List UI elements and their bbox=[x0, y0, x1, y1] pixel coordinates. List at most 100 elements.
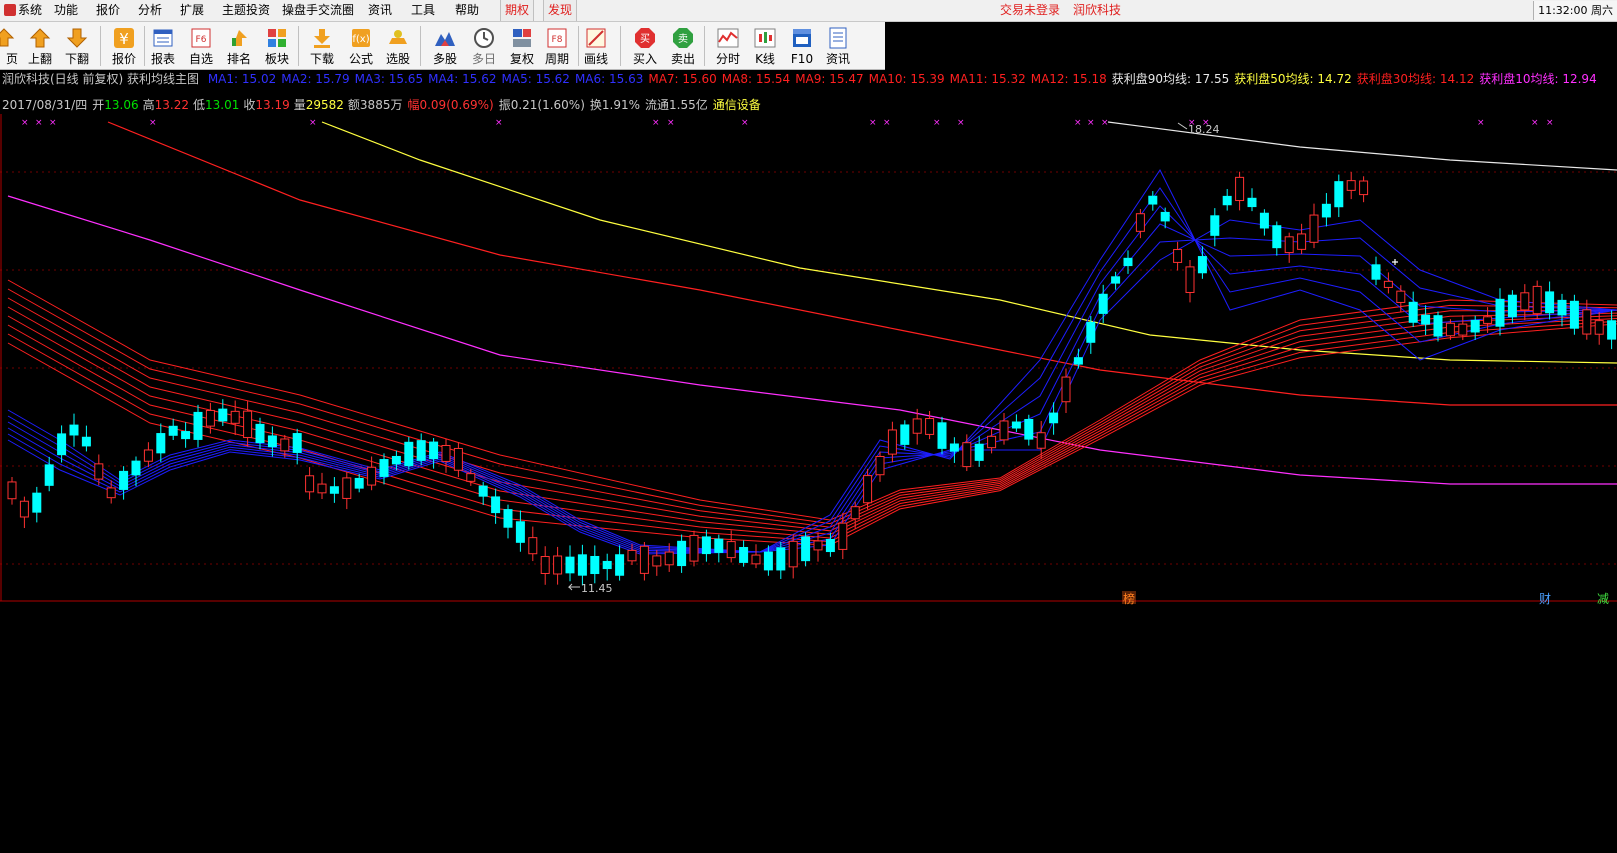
candle-body bbox=[1036, 432, 1046, 449]
candle-body bbox=[763, 551, 773, 571]
chart-marks: × × × × × × × × × × × × × × × × × × × × × bbox=[21, 118, 1554, 128]
candle-body bbox=[900, 424, 910, 445]
draw-line-button[interactable]: 画线 bbox=[576, 24, 616, 68]
candle-body bbox=[627, 549, 637, 562]
candle-body bbox=[94, 463, 104, 480]
report-icon bbox=[153, 29, 173, 47]
candle-body bbox=[1495, 298, 1505, 327]
menu-analysis[interactable]: 分析 bbox=[134, 0, 166, 21]
f10-button[interactable]: F10 bbox=[782, 24, 822, 68]
sector-button[interactable]: 板块 bbox=[257, 24, 297, 68]
ma-legend-item: 获利盘30均线: 14.12 bbox=[1356, 72, 1475, 86]
candle-body bbox=[453, 447, 463, 471]
candle-body bbox=[553, 555, 563, 575]
candle-body bbox=[305, 475, 315, 493]
candle-body bbox=[1197, 256, 1207, 274]
candle-body bbox=[1582, 309, 1592, 335]
multi-stock-button[interactable]: 多股 bbox=[425, 24, 465, 68]
news-icon bbox=[829, 27, 847, 49]
event-x-mark: × bbox=[21, 118, 29, 128]
tab-options[interactable]: 期权 bbox=[500, 0, 535, 21]
candle-body bbox=[1049, 412, 1059, 424]
ma-legend-item: MA2: 15.79 bbox=[281, 72, 350, 86]
candle-body bbox=[503, 509, 513, 528]
menu-help[interactable]: 帮助 bbox=[451, 0, 483, 21]
event-cai-label[interactable]: 财 bbox=[1539, 592, 1551, 606]
event-jian-label[interactable]: 减 bbox=[1597, 592, 1609, 606]
candle-body bbox=[367, 466, 377, 486]
candle-body bbox=[863, 475, 873, 504]
page-down-button[interactable]: 下翻 bbox=[57, 24, 97, 68]
candle-body bbox=[1073, 357, 1083, 365]
formula-button[interactable]: f(x) 公式 bbox=[341, 24, 381, 68]
candle-body bbox=[850, 506, 860, 520]
news-button[interactable]: 资讯 bbox=[818, 24, 858, 68]
quote-open: 开13.06 bbox=[92, 98, 139, 112]
intraday-button[interactable]: 分时 bbox=[708, 24, 748, 68]
ma-legend-item: 获利盘90均线: 17.55 bbox=[1111, 72, 1230, 86]
adjust-button[interactable]: 复权 bbox=[502, 24, 542, 68]
period-button[interactable]: F8 周期 bbox=[537, 24, 577, 68]
event-bang-label: 榜 bbox=[1123, 591, 1135, 606]
buy-button[interactable]: 买 买入 bbox=[625, 24, 665, 68]
menu-theme-invest[interactable]: 主题投资 bbox=[218, 0, 274, 21]
menu-quote[interactable]: 报价 bbox=[92, 0, 124, 21]
kline-button[interactable]: K线 bbox=[745, 24, 785, 68]
stock-pick-button[interactable]: 选股 bbox=[378, 24, 418, 68]
candle-body bbox=[1520, 292, 1530, 311]
event-x-mark: × bbox=[883, 118, 891, 128]
quote-button[interactable]: ¥ 报价 bbox=[104, 24, 144, 68]
menu-trader-circle[interactable]: 操盘手交流圈 bbox=[278, 0, 358, 21]
toolbar-separator bbox=[100, 26, 101, 66]
menu-tools[interactable]: 工具 bbox=[407, 0, 439, 21]
candle-body bbox=[342, 477, 352, 499]
candle-body bbox=[379, 459, 389, 477]
sector-icon bbox=[268, 29, 286, 47]
candle-body bbox=[230, 410, 240, 424]
candle-body bbox=[515, 521, 525, 543]
indicator-header: 润欣科技(日线 前复权) 获利均线主图 MA1: 15.02 MA2: 15.79… bbox=[2, 70, 1602, 88]
candle-body bbox=[1123, 257, 1133, 267]
candle-body bbox=[119, 470, 129, 490]
watchlist-button[interactable]: F6 自选 bbox=[181, 24, 221, 68]
page-up-button[interactable]: 上翻 bbox=[20, 24, 60, 68]
candle-body bbox=[44, 464, 54, 486]
report-button[interactable]: 报表 bbox=[143, 24, 183, 68]
ma-legend-item: MA6: 15.63 bbox=[574, 72, 644, 86]
candle-body bbox=[974, 443, 984, 461]
ma-legend-item: MA3: 15.65 bbox=[354, 72, 424, 86]
kline-chart[interactable]: × × × × × × × × × × × × × × × × × × × × × 18.24 11.45 榜 财 减 bbox=[0, 114, 1617, 853]
sell-button[interactable]: 卖 卖出 bbox=[663, 24, 703, 68]
toolbar-empty-area bbox=[885, 22, 1617, 70]
candle-body bbox=[416, 440, 426, 461]
event-x-mark: × bbox=[652, 118, 660, 128]
ma-legend-item: MA12: 15.18 bbox=[1030, 72, 1107, 86]
candle-body bbox=[577, 554, 587, 576]
high-price-label: 18.24 bbox=[1188, 123, 1220, 136]
menu-extend[interactable]: 扩展 bbox=[176, 0, 208, 21]
menu-news[interactable]: 资讯 bbox=[364, 0, 396, 21]
quote-date: 2017/08/31/四 bbox=[2, 98, 88, 112]
candle-body bbox=[354, 477, 364, 489]
trade-login-link[interactable]: 交易未登录 bbox=[996, 0, 1064, 21]
candle-body bbox=[875, 455, 885, 476]
ranking-button[interactable]: 排名 bbox=[219, 24, 259, 68]
candle-body bbox=[478, 485, 488, 497]
event-x-mark: × bbox=[1074, 118, 1082, 128]
multi-day-button[interactable]: 多日 bbox=[464, 24, 504, 68]
toolbar-separator bbox=[420, 26, 421, 66]
stock-name-link[interactable]: 润欣科技 bbox=[1069, 0, 1125, 21]
yuan-icon: ¥ bbox=[114, 28, 134, 48]
svg-text:卖: 卖 bbox=[678, 33, 688, 45]
toolbar-separator bbox=[620, 26, 621, 66]
menu-system[interactable]: 系统 bbox=[0, 0, 46, 21]
chart-title: 润欣科技(日线 前复权) 获利均线主图 bbox=[2, 72, 199, 86]
download-button[interactable]: 下载 bbox=[302, 24, 342, 68]
event-x-mark: × bbox=[309, 118, 317, 128]
event-x-mark: × bbox=[49, 118, 57, 128]
candle-body bbox=[69, 424, 79, 436]
menu-function[interactable]: 功能 bbox=[50, 0, 82, 21]
candle-body bbox=[1148, 195, 1158, 205]
tab-discover[interactable]: 发现 bbox=[543, 0, 578, 21]
svg-text:F6: F6 bbox=[196, 35, 207, 45]
